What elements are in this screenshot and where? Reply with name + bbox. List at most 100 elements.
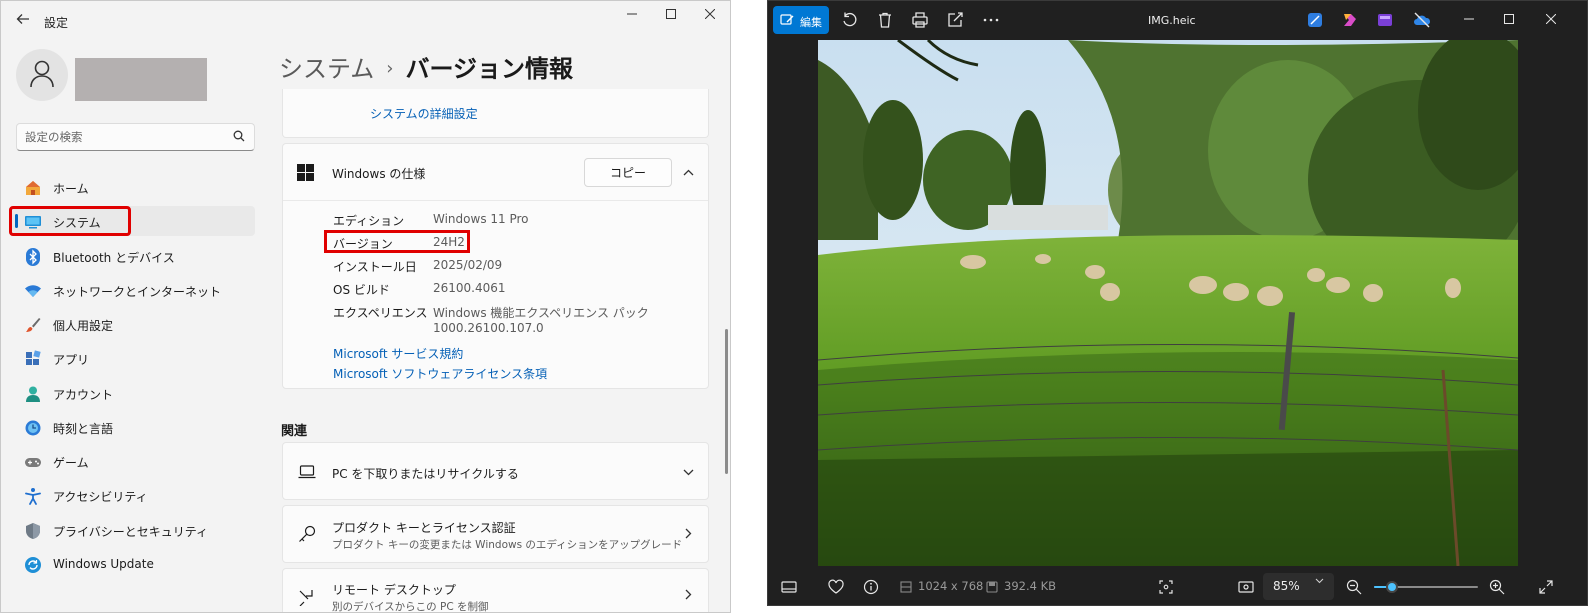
more-options-icon[interactable] — [982, 11, 1000, 29]
back-arrow-icon — [16, 14, 29, 24]
minimize-button[interactable] — [619, 6, 645, 26]
expand-button[interactable] — [680, 464, 696, 480]
photos-close-button[interactable] — [1542, 11, 1560, 29]
nav-label: ネットワークとインターネット — [53, 285, 222, 299]
nav-item-home[interactable]: ホーム — [9, 172, 255, 202]
fit-to-window-icon[interactable] — [1157, 578, 1175, 596]
onedrive-offline-icon[interactable] — [1413, 11, 1431, 29]
nav-item-accounts[interactable]: アカウント — [9, 378, 255, 408]
nav-label: ホーム — [53, 182, 89, 196]
designer-icon[interactable] — [1306, 11, 1324, 29]
globe-clock-icon — [25, 420, 41, 436]
share-icon[interactable] — [946, 11, 964, 29]
chevron-right-icon — [685, 528, 691, 539]
related-item-remote-desktop[interactable]: リモート デスクトップ 別のデバイスからこの PC を制御 — [282, 568, 709, 612]
copilot-icon[interactable] — [1341, 11, 1359, 29]
spec-value-line2: 1000.26100.107.0 — [433, 321, 544, 335]
nav-label: Windows Update — [53, 557, 154, 571]
nav-item-time-language[interactable]: 時刻と言語 — [9, 412, 255, 442]
close-icon — [1545, 13, 1557, 25]
close-button[interactable] — [697, 6, 723, 26]
spec-value: 26100.4061 — [433, 281, 506, 295]
close-icon — [704, 8, 716, 20]
chevron-right-icon — [685, 589, 691, 600]
chevron-down-icon — [1315, 578, 1324, 584]
open-button[interactable] — [680, 527, 696, 543]
remote-desktop-icon — [299, 590, 313, 606]
maximize-icon — [1504, 14, 1514, 24]
chevron-up-icon — [683, 169, 693, 176]
zoom-out-icon[interactable] — [1345, 578, 1363, 596]
nav-item-gaming[interactable]: ゲーム — [9, 446, 255, 476]
advanced-settings-card: システムの詳細設定 — [282, 89, 709, 138]
ms-software-license-link[interactable]: Microsoft ソフトウェアライセンス条項 — [333, 365, 547, 382]
spec-key: OS ビルド — [333, 283, 390, 297]
chevron-down-icon — [683, 469, 693, 476]
ms-services-agreement-link[interactable]: Microsoft サービス規約 — [333, 345, 463, 362]
actual-size-icon[interactable] — [1237, 578, 1255, 596]
edit-button[interactable]: 編集 — [773, 6, 829, 34]
windows-spec-card: Windows の仕様 コピー エディション Windows 11 Pro バー… — [282, 143, 709, 389]
rotate-icon[interactable] — [841, 11, 859, 29]
windows-logo-icon — [297, 164, 314, 181]
nav-item-privacy-security[interactable]: プライバシーとセキュリティ — [9, 515, 255, 545]
nav-item-windows-update[interactable]: Windows Update — [9, 549, 255, 579]
spec-value: Windows 11 Pro — [433, 212, 529, 226]
delete-icon[interactable] — [876, 11, 894, 29]
info-icon[interactable] — [862, 578, 880, 596]
photos-minimize-button[interactable] — [1460, 11, 1478, 29]
related-item-product-key[interactable]: プロダクト キーとライセンス認証 プロダクト キーの変更または Windows … — [282, 505, 709, 563]
windows-spec-header[interactable]: Windows の仕様 コピー — [283, 144, 708, 201]
spec-key: エクスペリエンス — [333, 306, 428, 320]
photos-maximize-button[interactable] — [1500, 11, 1518, 29]
nav-label: ゲーム — [53, 456, 89, 470]
related-item-trade-in[interactable]: PC を下取りまたはリサイクルする — [282, 442, 709, 500]
nav-item-apps[interactable]: アプリ — [9, 343, 255, 373]
account-icon — [26, 386, 40, 402]
bluetooth-icon — [26, 248, 40, 266]
advanced-system-settings-link[interactable]: システムの詳細設定 — [370, 105, 478, 122]
gamepad-icon — [25, 458, 41, 467]
nav-label: アカウント — [53, 388, 114, 402]
copy-button[interactable]: コピー — [584, 158, 672, 187]
breadcrumb-parent[interactable]: システム — [279, 55, 374, 83]
nav-item-network[interactable]: ネットワークとインターネット — [9, 275, 255, 305]
nav-item-bluetooth[interactable]: Bluetooth とデバイス — [9, 241, 255, 271]
nav-item-personalization[interactable]: 個人用設定 — [9, 309, 255, 339]
back-button[interactable] — [13, 11, 33, 31]
zoom-slider[interactable] — [1374, 579, 1478, 595]
spec-value: Windows 機能エクスペリエンス パック — [433, 306, 649, 320]
photos-toolbar: 編集 IMG.heic — [768, 1, 1587, 39]
file-size: 392.4 KB — [1004, 579, 1057, 593]
search-icon — [233, 130, 245, 142]
user-icon — [30, 60, 54, 88]
collapse-button[interactable] — [680, 164, 696, 180]
favorite-heart-icon[interactable] — [827, 578, 845, 596]
settings-search-input[interactable] — [25, 128, 225, 146]
full-screen-icon[interactable] — [1537, 578, 1555, 596]
minimize-icon — [627, 13, 637, 15]
version-highlight-box — [324, 230, 470, 253]
zoom-level-dropdown[interactable]: 85% — [1263, 573, 1334, 600]
related-section-title: 関連 — [281, 424, 308, 439]
sheep-meadow-photo — [818, 40, 1518, 566]
photos-status-bar: 1024 x 768 392.4 KB 85% — [768, 567, 1587, 605]
open-button[interactable] — [680, 588, 696, 604]
filmstrip-icon[interactable] — [780, 578, 798, 596]
nav-item-accessibility[interactable]: アクセシビリティ — [9, 480, 255, 510]
settings-search-box[interactable] — [16, 123, 255, 151]
maximize-button[interactable] — [658, 6, 684, 26]
avatar[interactable] — [16, 49, 68, 101]
breadcrumb-separator: › — [386, 58, 394, 79]
image-dimensions: 1024 x 768 — [918, 579, 984, 593]
print-icon[interactable] — [911, 11, 929, 29]
zoom-in-icon[interactable] — [1488, 578, 1506, 596]
redacted-user-name — [75, 58, 207, 101]
zoom-slider-thumb[interactable] — [1385, 581, 1398, 593]
scrollbar-thumb[interactable] — [725, 329, 728, 474]
system-highlight-box — [9, 206, 131, 236]
photo-view[interactable] — [818, 40, 1518, 566]
clipchamp-icon[interactable] — [1376, 11, 1394, 29]
dimensions-icon — [900, 581, 912, 593]
nav-label: アクセシビリティ — [53, 490, 148, 504]
